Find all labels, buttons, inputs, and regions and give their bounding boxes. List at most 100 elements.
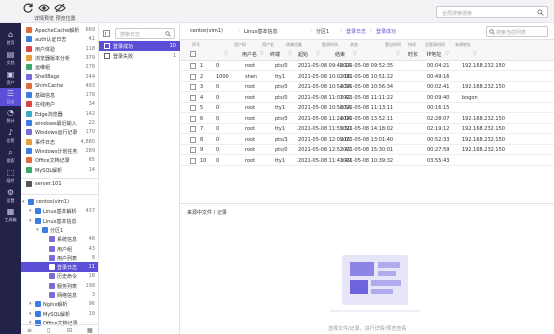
tree-footer-icon[interactable]: ⊟ xyxy=(67,327,72,334)
rail-item-2[interactable]: ▣ 资产 xyxy=(0,69,21,87)
chevron-icon[interactable]: ▾ xyxy=(29,218,32,224)
row-checkbox[interactable] xyxy=(190,105,196,111)
column-header[interactable]: IP地址 xyxy=(427,51,442,58)
tree-node-label: 服务列表 xyxy=(57,283,78,290)
cell-uid: 0 xyxy=(216,84,220,90)
filter-icon[interactable]: ▽ xyxy=(224,51,228,57)
cell-ip: 192.168.232.150 xyxy=(462,136,505,143)
filter-icon[interactable]: ▽ xyxy=(288,51,292,57)
table-row[interactable]: 6 0 root pts/0 2021-05-08 11:24:04 2021-05-08… xyxy=(180,114,554,124)
row-checkbox[interactable] xyxy=(190,63,196,69)
row-checkbox[interactable] xyxy=(190,147,196,153)
tree-node-count: 3 xyxy=(91,292,95,298)
tree-server[interactable]: server.101 xyxy=(21,179,98,189)
tree-item-count: 41 xyxy=(88,36,95,43)
tree-node-count: 8 xyxy=(91,254,95,261)
filter-icon[interactable]: ▽ xyxy=(396,51,400,57)
log-type-count: 1 xyxy=(172,53,176,59)
breadcrumb-item[interactable]: 登录日志 xyxy=(346,28,366,35)
rail-item-0[interactable]: ⌂ 首页 xyxy=(0,29,21,47)
table-row[interactable]: 2 1000 shen tty1 2021-05-08 10:02:06 2021-05-… xyxy=(180,72,554,82)
chevron-icon[interactable]: ▾ xyxy=(36,227,39,233)
rail-item-4[interactable]: ◔ 统计 xyxy=(0,107,21,125)
table-row[interactable]: 9 0 root pts/0 2021-05-08 12:52:42 2021-05-08… xyxy=(180,145,554,155)
refresh-icon[interactable] xyxy=(22,2,34,14)
bell-icon: ♪ xyxy=(7,128,14,137)
log-type-item[interactable]: 登录失败 1 xyxy=(99,51,180,61)
filter-icon[interactable]: ▽ xyxy=(445,51,449,57)
column-group-header: 持续 xyxy=(408,42,416,47)
column-header[interactable]: 时长 xyxy=(408,51,418,58)
table-row[interactable]: 7 0 root tty1 2021-05-08 11:55:50 2021-05-08 … xyxy=(180,124,554,134)
rail-item-3[interactable]: ☰ 日志 xyxy=(0,88,21,106)
tree-footer-icon[interactable]: ▯ xyxy=(47,327,50,334)
cell-end: 2021-05-08 14:18:02 xyxy=(340,126,394,132)
plugin-icon: ⬚ xyxy=(6,168,15,177)
rail-item-1[interactable]: ▤ 文档 xyxy=(0,49,21,67)
eye-icon[interactable] xyxy=(38,2,50,14)
filter-icon[interactable]: ▽ xyxy=(473,51,477,57)
cell-tty: pts/0 xyxy=(275,84,288,90)
tree-footer-icon[interactable]: ≡ xyxy=(27,327,32,334)
chevron-icon[interactable]: ▾ xyxy=(29,301,32,307)
column-header[interactable]: 结束 xyxy=(335,51,345,58)
doc-icon: ▤ xyxy=(6,50,15,59)
column-header[interactable]: 起始 xyxy=(298,51,308,58)
chevron-icon[interactable]: ▾ xyxy=(29,208,32,214)
breadcrumb-item[interactable]: centos(vim1) xyxy=(190,28,223,34)
tree-node-count: 43 xyxy=(88,245,95,252)
row-checkbox[interactable] xyxy=(190,94,196,101)
row-checkbox[interactable] xyxy=(190,73,196,80)
filter-icon[interactable]: ▽ xyxy=(353,51,357,57)
column-group-header: 登出时间 xyxy=(385,42,401,47)
rail-item-5[interactable]: ♪ 告警 xyxy=(0,127,21,145)
filter-icon[interactable]: ▽ xyxy=(260,51,264,57)
tree-footer-icon[interactable]: ▦ xyxy=(87,327,93,334)
rail-item-6[interactable]: ⌕ 搜索 xyxy=(0,147,21,165)
eye-off-icon[interactable] xyxy=(54,2,66,14)
column-header[interactable]: 用户名 xyxy=(242,51,257,58)
rail-item-9[interactable]: ▦ 工具箱 xyxy=(0,206,21,224)
chevron-icon[interactable]: ▾ xyxy=(29,311,32,317)
row-checkbox[interactable] xyxy=(190,136,196,143)
log-type-icon xyxy=(104,43,110,49)
collapse-icon[interactable] xyxy=(103,30,110,37)
rail-item-8[interactable]: ⚙ 设置 xyxy=(0,187,21,205)
filter-icon[interactable]: ▽ xyxy=(316,51,320,57)
table-row[interactable]: 1 0 root pts/0 2021-05-08 09:48:14 2021-05-08… xyxy=(180,61,554,71)
row-checkbox[interactable] xyxy=(190,126,196,132)
tree-item-icon xyxy=(26,147,32,154)
table-row[interactable]: 4 0 root pts/0 2021-05-08 11:01:42 2021-05-08… xyxy=(180,93,554,103)
content-search-input[interactable]: 搜索当前列表 xyxy=(486,26,548,37)
tree-item-icon xyxy=(26,82,32,89)
column-header[interactable]: 终端 xyxy=(270,51,280,58)
column-group-header: 用户ID xyxy=(234,42,247,47)
select-all-checkbox[interactable] xyxy=(190,51,196,57)
tree-node-icon xyxy=(49,292,55,298)
log-search-input[interactable]: 搜索日志 xyxy=(115,28,175,39)
cell-dur: 00:09:40 xyxy=(427,94,450,101)
breadcrumb-item[interactable]: Linux基本信息 xyxy=(244,28,277,35)
table-row[interactable]: 3 0 root pts/0 2021-05-08 10:54:34 2021-05-08… xyxy=(180,82,554,92)
global-search-input[interactable]: 全局搜索搜索 xyxy=(436,6,548,18)
table-row[interactable]: 5 0 root tty1 2021-05-08 10:56:54 2021-05-08 … xyxy=(180,103,554,113)
log-type-item[interactable]: 登录成功 10 xyxy=(99,41,180,51)
table-row[interactable]: 10 0 root tty1 2021-05-08 11:43:49 2021-05-08… xyxy=(180,156,554,166)
tree-item-icon xyxy=(26,54,32,61)
tree-item-count: 379 xyxy=(85,54,95,61)
home-icon: ⌂ xyxy=(7,30,14,39)
row-checkbox[interactable] xyxy=(190,84,196,90)
tree-item-label: Windows运行记录 xyxy=(35,130,78,137)
breadcrumb-item[interactable]: 登录成功 xyxy=(376,28,396,35)
breadcrumb-item[interactable]: 分区1 xyxy=(316,28,329,35)
row-checkbox[interactable] xyxy=(190,157,196,164)
chevron-icon[interactable]: ▾ xyxy=(22,199,25,205)
rail-item-label: 统计 xyxy=(6,118,15,123)
cell-dur: 00:02:41 xyxy=(427,84,450,90)
column-group-header: 登录时间 xyxy=(322,42,338,47)
row-checkbox[interactable] xyxy=(190,115,196,122)
table-row[interactable]: 8 0 root pts/3 2021-05-08 12:09:07 2021-05-08… xyxy=(180,135,554,145)
rail-item-7[interactable]: ⬚ 插件 xyxy=(0,167,21,185)
tree-item[interactable]: MySQL解析 14 xyxy=(21,165,98,175)
cell-user: root xyxy=(245,157,256,164)
